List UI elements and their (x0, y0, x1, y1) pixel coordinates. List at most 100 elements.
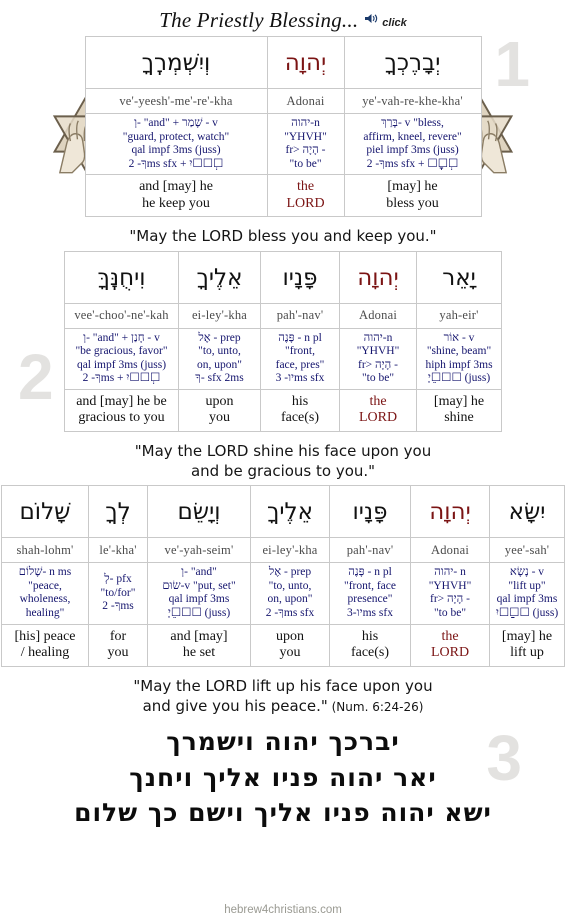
hebrew-word[interactable]: פָּנָיו (329, 485, 411, 539)
parse-line: שׂוּם-v "put, set" (162, 579, 236, 592)
site-footer: hebrew4christians.com (224, 904, 342, 916)
gloss-line: [his] peace (14, 628, 76, 644)
sentence-line: and give you his peace." (Num. 6:24-26) (142, 696, 424, 715)
parse-line: "guard, protect, watch" (122, 130, 230, 143)
parse-line: ךָ- sfx 2ms (195, 372, 244, 385)
parse-line: ךָ- 2ms sfx (265, 607, 315, 619)
transliteration: le'-kha' (88, 537, 148, 564)
parse-line: "YHVH" (284, 130, 327, 143)
parse-line: "to be" (361, 372, 395, 385)
parse-line: וְ- "and" + חָנַן - v (83, 331, 160, 344)
parse-line: "to, unto, (268, 579, 312, 592)
gloss-line: the (369, 393, 387, 409)
gloss-line: LORD (286, 195, 325, 211)
parse-line: פָּנֶה - n pl (278, 331, 322, 344)
transliteration: Adonai (339, 302, 417, 329)
english-gloss: his face(s) (329, 623, 411, 667)
transliteration: pah'-nav' (329, 537, 411, 564)
hebrew-word[interactable]: יְבָרֶכְךָ (343, 36, 482, 89)
parse-line: wholeness, (19, 593, 71, 606)
parse-line: יהוה-n (363, 331, 393, 344)
gloss-line: for (109, 628, 127, 644)
english-gloss: the LORD (410, 623, 490, 667)
transliteration: Adonai (266, 88, 345, 114)
parsing-notes: יהוה- n "YHVH" fr> הָיָה - "to be" (410, 562, 490, 625)
hebrew-word[interactable]: פָּנָיו (260, 250, 340, 304)
parse-line: אוֹר - v (443, 331, 475, 344)
parse-line: "be gracious, favor" (75, 345, 168, 358)
parse-line: fr> הָיָה - (430, 593, 470, 606)
hebrew-word[interactable]: אֵלֶיךָ (250, 485, 330, 539)
sentence-line: "May the LORD shine his face upon you (134, 441, 432, 460)
parse-line: ךָ- 2ms sfx + יִ☐☐☐ְ (128, 157, 224, 170)
parsing-notes: פָּנֶה - n pl "front, face, pres" יו- 3ms s… (260, 327, 340, 390)
parse-line: נָשָׂא - v (509, 566, 545, 579)
parse-line: presence" (347, 593, 393, 606)
sentence-line: "May the LORD lift up his face upon you (133, 676, 433, 695)
parsing-notes: בָּרַךְ- v "bless, affirm, kneel, revere"… (343, 112, 482, 176)
parsing-notes: אוֹר - v "shine, beam" hiph impf 3ms יָ☐ֵ☐☐… (416, 327, 502, 390)
hebrew-verse-line: יברכך יהוה וישמרך (166, 727, 400, 757)
parse-line: "YHVH" (428, 579, 472, 592)
hebrew-word[interactable]: יָאֵר (416, 250, 502, 304)
page-root: The Priestly Blessing... click 1 2 3 וְי… (0, 0, 566, 924)
gloss-line: [may] he (501, 628, 553, 644)
parse-line: שָׁלוֹם- n ms (18, 566, 72, 579)
sentence-line: and be gracious to you." (190, 462, 376, 481)
transliteration: ei-ley'-kha (250, 537, 330, 564)
hebrew-verse-block: יברכך יהוה וישמרך יאר יהוה פניו אליך ויחנ… (0, 724, 566, 831)
audio-click-label[interactable]: click (382, 17, 406, 29)
hebrew-word[interactable]: שָׁלוֹם (1, 485, 89, 539)
parse-line: healing" (25, 607, 65, 619)
row-english: and [may] he be gracious to you upon you his… (64, 388, 502, 432)
gloss-line: the (296, 179, 315, 195)
hebrew-word[interactable]: אֵלֶיךָ (178, 250, 261, 304)
parse-line: qal impf 3ms (496, 593, 558, 606)
parse-line: יָ☐ֵ☐☐ (juss) (167, 607, 231, 619)
english-gloss: his face(s) (260, 388, 340, 432)
gloss-line: lift up (510, 645, 544, 661)
gloss-line: [may] he (387, 179, 438, 195)
english-gloss: upon you (250, 623, 330, 667)
hebrew-word[interactable]: לְךָ (88, 485, 148, 539)
transliteration: ve'-yeesh'-me'-re'-kha (84, 88, 268, 114)
gloss-line: upon (205, 393, 234, 409)
speaker-icon[interactable] (364, 12, 379, 30)
hebrew-word[interactable]: יִשָּׂא (489, 485, 565, 539)
hebrew-word[interactable]: יְהוָה (410, 485, 490, 539)
blessing-blocks: וְיִשְׁמְרֶֽךָ יְהוָה יְבָרֶכְךָ ve'-yeesh'… (0, 36, 566, 720)
scripture-reference: (Num. 6:24-26) (327, 699, 424, 714)
parse-line: "to be" (289, 157, 322, 170)
english-gloss: [may] he lift up (489, 623, 565, 667)
blessing-block-3: שָׁלוֹם לְךָ וְיָשֵׂם אֵלֶיךָ פָּנָיו יְהוָה י… (0, 485, 566, 720)
hebrew-word[interactable]: וִיחֻנֶּֽךָּ (64, 250, 179, 304)
row-parsing: שָׁלוֹם- n ms "peace, wholeness, healing" לְ… (1, 562, 565, 625)
gloss-line: and [may] (170, 628, 228, 644)
parse-line: אֶל - prep (198, 331, 241, 344)
gloss-line: LORD (430, 645, 470, 661)
transliteration: vee'-choo'-ne'-kah (64, 302, 179, 329)
english-gloss: [may] he bless you (343, 174, 482, 218)
hebrew-word[interactable]: וְיָשֵׂם (147, 485, 251, 539)
hebrew-word[interactable]: יְהוָה (266, 36, 345, 89)
english-gloss: for you (88, 623, 148, 667)
english-gloss: and [may] he be gracious to you (64, 388, 179, 432)
parse-line: face, pres" (275, 358, 325, 371)
gloss-line: upon (276, 628, 304, 644)
parsing-notes: אֶל - prep "to, unto, on, upon" ךָ- 2ms sfx (250, 562, 330, 625)
transliteration: ei-ley'-kha (178, 302, 261, 329)
row-transliteration: ve'-yeesh'-me'-re'-kha Adonai ye'-vah-re-k… (84, 88, 482, 114)
english-gloss: upon you (178, 388, 261, 432)
gloss-line: LORD (358, 410, 398, 426)
parsing-notes: וְ- "and" + שָׁמַר - v "guard, protect, w… (84, 112, 268, 176)
hebrew-word[interactable]: יְהוָה (339, 250, 417, 304)
row-parsing: וְ- "and" + חָנַן - v "be gracious, favor… (64, 327, 502, 390)
hebrew-word[interactable]: וְיִשְׁמְרֶֽךָ (84, 36, 268, 89)
row-english: and [may] he he keep you the LORD [may] he bl… (84, 174, 482, 218)
gloss-line: you (107, 645, 129, 661)
sentence-line: "May the LORD bless you and keep you." (129, 227, 437, 246)
parse-line: וְ- "and" + שָׁמַר - v (134, 117, 218, 129)
page-title: The Priestly Blessing... (159, 8, 359, 32)
translation-sentence-3: "May the LORD lift up his face upon you a… (0, 667, 566, 721)
parse-line: on, upon" (267, 593, 313, 606)
